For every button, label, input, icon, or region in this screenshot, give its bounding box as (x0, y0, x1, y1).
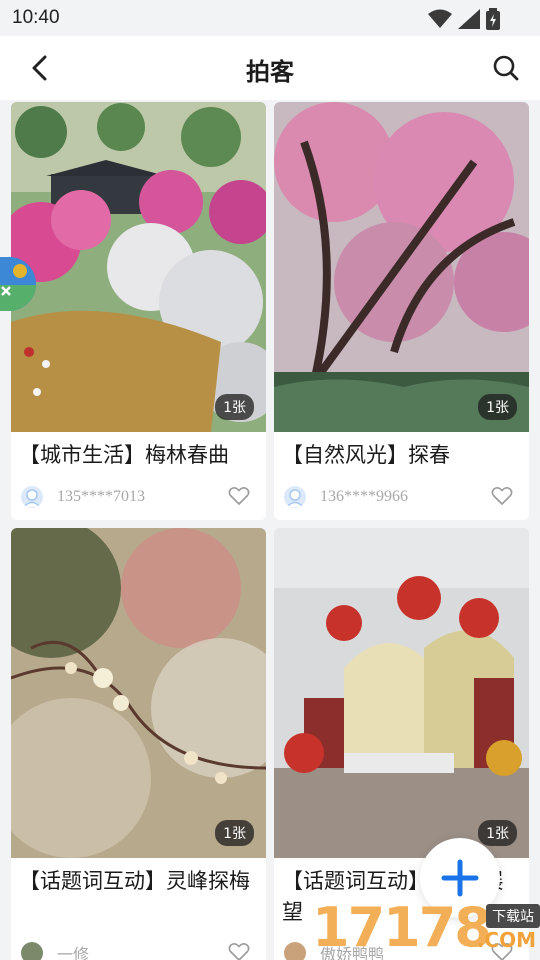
heart-outline-icon[interactable] (228, 486, 250, 506)
default-avatar-icon (23, 489, 41, 508)
heart-outline-icon[interactable] (228, 942, 250, 960)
status-icons (428, 8, 500, 30)
search-icon (493, 55, 519, 81)
watermark-tag: 下载站 (486, 904, 540, 928)
post-footer: 135****7013 (21, 484, 256, 510)
status-time: 10:40 (12, 7, 60, 28)
post-title[interactable]: 【话题词互动】灵峰探梅 (19, 866, 258, 897)
default-avatar-icon (286, 489, 304, 508)
plus-icon (441, 859, 479, 897)
search-button[interactable] (488, 50, 524, 86)
author-name[interactable]: 135****7013 (57, 488, 145, 506)
post-card[interactable]: 1张 【自然风光】探春 136****9966 (274, 102, 529, 520)
avatar[interactable] (21, 486, 43, 508)
post-image[interactable]: 1张 (274, 102, 529, 432)
battery-icon (486, 8, 500, 30)
post-card[interactable]: 1张 【城市生活】梅林春曲 135****7013 (11, 102, 266, 520)
post-title[interactable]: 【城市生活】梅林春曲 (19, 440, 258, 471)
signal-icon (458, 9, 480, 29)
image-count-badge: 1张 (478, 820, 517, 846)
post-image[interactable]: 1张 (11, 102, 266, 432)
avatar[interactable] (284, 486, 306, 508)
site-watermark: 17178 下载站 .COM (312, 896, 540, 960)
watermark-com: .COM (476, 928, 536, 952)
status-bar: 10:40 (0, 0, 540, 36)
image-count-badge: 1张 (215, 394, 254, 420)
post-footer: 136****9966 (284, 484, 519, 510)
image-count-badge: 1张 (215, 820, 254, 846)
post-image[interactable]: 1张 (274, 528, 529, 858)
image-count-badge: 1张 (478, 394, 517, 420)
post-card[interactable]: 1张 【话题词互动】灵峰探梅 一修 (11, 528, 266, 960)
watermark-digits: 17178 (312, 896, 492, 959)
page-title: 拍客 (246, 58, 294, 86)
heart-outline-icon[interactable] (491, 486, 513, 506)
author-name[interactable]: 136****9966 (320, 488, 408, 506)
post-image[interactable]: 1张 (11, 528, 266, 858)
avatar[interactable] (284, 942, 306, 960)
avatar[interactable] (21, 942, 43, 960)
post-footer: 一修 (21, 940, 256, 960)
author-name[interactable]: 一修 (57, 941, 89, 960)
wifi-icon (428, 9, 452, 28)
app-header: 拍客 (0, 36, 540, 100)
post-title[interactable]: 【自然风光】探春 (282, 440, 521, 471)
